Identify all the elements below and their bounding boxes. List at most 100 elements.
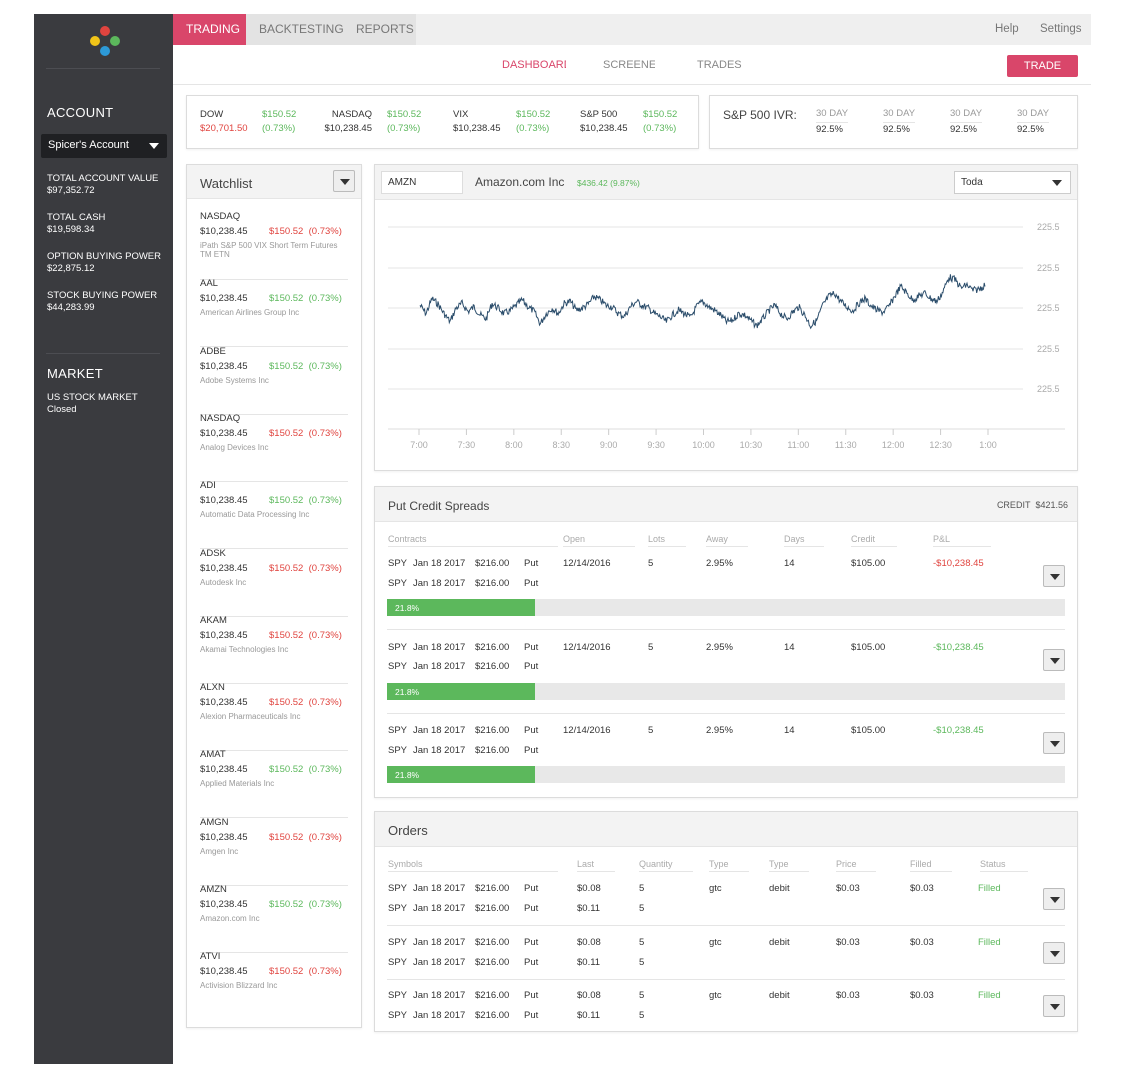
row-actions-dropdown[interactable]: [1043, 648, 1065, 671]
watchlist-company: Activision Blizzard Inc: [200, 981, 278, 991]
x-tick-label: 11:00: [787, 440, 809, 450]
watchlist-item[interactable]: NASDAQ $10,238.45 $150.52 (0.73%) Analog De…: [200, 411, 348, 452]
order-duration: gtc: [709, 936, 722, 948]
watchlist-price: $10,238.45: [200, 293, 248, 305]
watchlist-change: $150.52 (0.73%): [269, 427, 342, 439]
row-actions-dropdown[interactable]: [1043, 888, 1065, 910]
column-header-underline: [563, 546, 635, 547]
watchlist-item[interactable]: AKAM $10,238.45 $150.52 (0.73%) Akamai Tech…: [200, 613, 348, 654]
watchlist-price: $10,238.45: [200, 629, 248, 641]
leg-last: $0.08: [577, 883, 601, 894]
column-header-underline: [851, 546, 897, 547]
watchlist-price: $10,238.45: [200, 899, 248, 910]
tab-dashboard[interactable]: DASHBOARD: [502, 59, 566, 71]
watchlist-item[interactable]: AMAT $10,238.45 $150.52 (0.73%) Applied Mat…: [200, 747, 348, 788]
watchlist-price-row: $10,238.45 $150.52 (0.73%): [200, 964, 348, 979]
watchlist-item[interactable]: NASDAQ $10,238.45 $150.52 (0.73%) iPath S&P…: [200, 209, 348, 259]
sidebar-divider: [46, 68, 160, 69]
chart-price: $436.42 (9.87%): [577, 178, 640, 188]
watchlist-company: Alexion Pharmaceuticals Inc: [200, 712, 301, 722]
away: 2.95%: [706, 641, 733, 653]
watchlist-change: $150.52 (0.73%): [269, 562, 342, 574]
row-actions-dropdown[interactable]: [1043, 941, 1065, 964]
row-actions-dropdown[interactable]: [1043, 565, 1065, 587]
leg-symbol: SPY: [388, 661, 408, 672]
order-price: $0.03: [836, 936, 860, 948]
watchlist-change: $150.52 (0.73%): [269, 966, 342, 978]
price-series-line: [419, 274, 986, 330]
tab-screener[interactable]: SCREENER: [603, 59, 655, 71]
help-link[interactable]: Help: [995, 23, 1019, 35]
row-actions-dropdown[interactable]: [1043, 995, 1065, 1017]
watchlist-item[interactable]: ATVI $10,238.45 $150.52 (0.73%) Activision …: [200, 949, 348, 990]
leg-symbol: SPY: [388, 883, 408, 894]
put-credit-spreads-panel: Put Credit Spreads CREDIT $421.56 Contra…: [374, 486, 1078, 798]
progress-fill: 21.8%: [387, 599, 535, 616]
watchlist-price-row: $10,238.45 $150.52 (0.73%): [200, 830, 348, 845]
watchlist-symbol: ADBE: [200, 345, 226, 357]
watchlist-symbol: AMZN: [200, 884, 227, 895]
days: 14: [784, 641, 795, 653]
pcs-credit: CREDIT $421.56: [996, 500, 1068, 510]
x-tick-label: 8:00: [505, 440, 523, 450]
watchlist-item[interactable]: AMGN $10,238.45 $150.52 (0.73%) Amgen Inc: [200, 815, 348, 856]
leg-last: $0.11: [577, 956, 601, 968]
credit: $105.00: [851, 558, 886, 569]
row-actions-dropdown[interactable]: [1043, 732, 1065, 754]
settings-link[interactable]: Settings: [1040, 23, 1082, 35]
leg-expiry: Jan 18 2017: [413, 577, 466, 589]
watchlist-item[interactable]: AMZN $10,238.45 $150.52 (0.73%) Amazon.com …: [200, 882, 348, 923]
market-status: US STOCK MARKET Closed: [47, 392, 138, 415]
watchlist-company: Automatic Data Processing Inc: [200, 510, 310, 520]
progress-fill: 21.8%: [387, 682, 535, 700]
x-tick-label: 10:30: [740, 440, 763, 450]
trade-button[interactable]: TRADE: [1007, 55, 1078, 77]
symbol-input[interactable]: AMZN: [381, 171, 463, 194]
y-tick-label: 225.5: [1037, 303, 1060, 313]
tab-backtesting[interactable]: BACKTESTING: [246, 14, 357, 45]
logo-icon: [90, 26, 120, 56]
account-select[interactable]: Spicer's Account: [41, 134, 167, 158]
watchlist-item[interactable]: ALXN $10,238.45 $150.52 (0.73%) Alexion Pha…: [200, 680, 348, 721]
leg-expiry: Jan 18 2017: [413, 990, 466, 1001]
tab-trading[interactable]: TRADING: [173, 14, 253, 45]
progress-track: 21.8%: [387, 682, 1065, 700]
leg-type: Put: [524, 956, 539, 968]
row-separator: [387, 629, 1065, 630]
leg-quantity: 5: [639, 883, 645, 894]
column-header-underline: [388, 871, 558, 872]
progress-track: 21.8%: [387, 599, 1065, 616]
watchlist-symbol: ADSK: [200, 547, 226, 559]
leg-expiry: Jan 18 2017: [413, 661, 466, 672]
watchlist-price: $10,238.45: [200, 360, 248, 372]
watchlist-company: American Airlines Group Inc: [200, 308, 300, 318]
range-select[interactable]: Today: [954, 171, 1071, 194]
watchlist-item[interactable]: ADBE $10,238.45 $150.52 (0.73%) Adobe Syste…: [200, 344, 348, 385]
tab-reports[interactable]: REPORTS: [343, 14, 416, 45]
pcs-title: Put Credit Spreads: [388, 499, 490, 513]
away: 2.95%: [706, 558, 733, 569]
watchlist-item[interactable]: ADSK $10,238.45 $150.52 (0.73%) Autodesk In…: [200, 546, 348, 587]
tab-trades[interactable]: TRADES: [697, 59, 742, 71]
x-tick-label: 1:00: [979, 440, 997, 450]
watchlist-price: $10,238.45: [200, 427, 248, 439]
column-header-underline: [836, 871, 876, 872]
pl-value: -$10,238.45: [933, 725, 984, 736]
watchlist-price-row: $10,238.45 $150.52 (0.73%): [200, 291, 348, 306]
watchlist-item[interactable]: AAL $10,238.45 $150.52 (0.73%) American Air…: [200, 276, 348, 317]
row-separator: [387, 925, 1065, 926]
watchlist-company: Adobe Systems Inc: [200, 375, 269, 385]
watchlist-item[interactable]: ADI $10,238.45 $150.52 (0.73%) Automatic Da…: [200, 478, 348, 519]
chart-company: Amazon.com Inc: [475, 175, 565, 189]
leg-type: Put: [524, 577, 539, 589]
watchlist-symbol: ADI: [200, 480, 216, 492]
orders-panel: Orders Symbols Last Quantity Type Type Price F…: [374, 811, 1078, 1032]
watchlist-change: $150.52 (0.73%): [269, 360, 342, 372]
column-header-underline: [577, 871, 615, 872]
order-filled: $0.03: [910, 883, 934, 894]
order-type: debit: [769, 990, 790, 1001]
leg-symbol: SPY: [388, 577, 408, 589]
leg-strike: $216.00: [475, 956, 510, 968]
watchlist-dropdown-button[interactable]: [333, 170, 355, 192]
top-nav: TRADING BACKTESTING REPORTS Help Setting…: [173, 14, 1091, 45]
